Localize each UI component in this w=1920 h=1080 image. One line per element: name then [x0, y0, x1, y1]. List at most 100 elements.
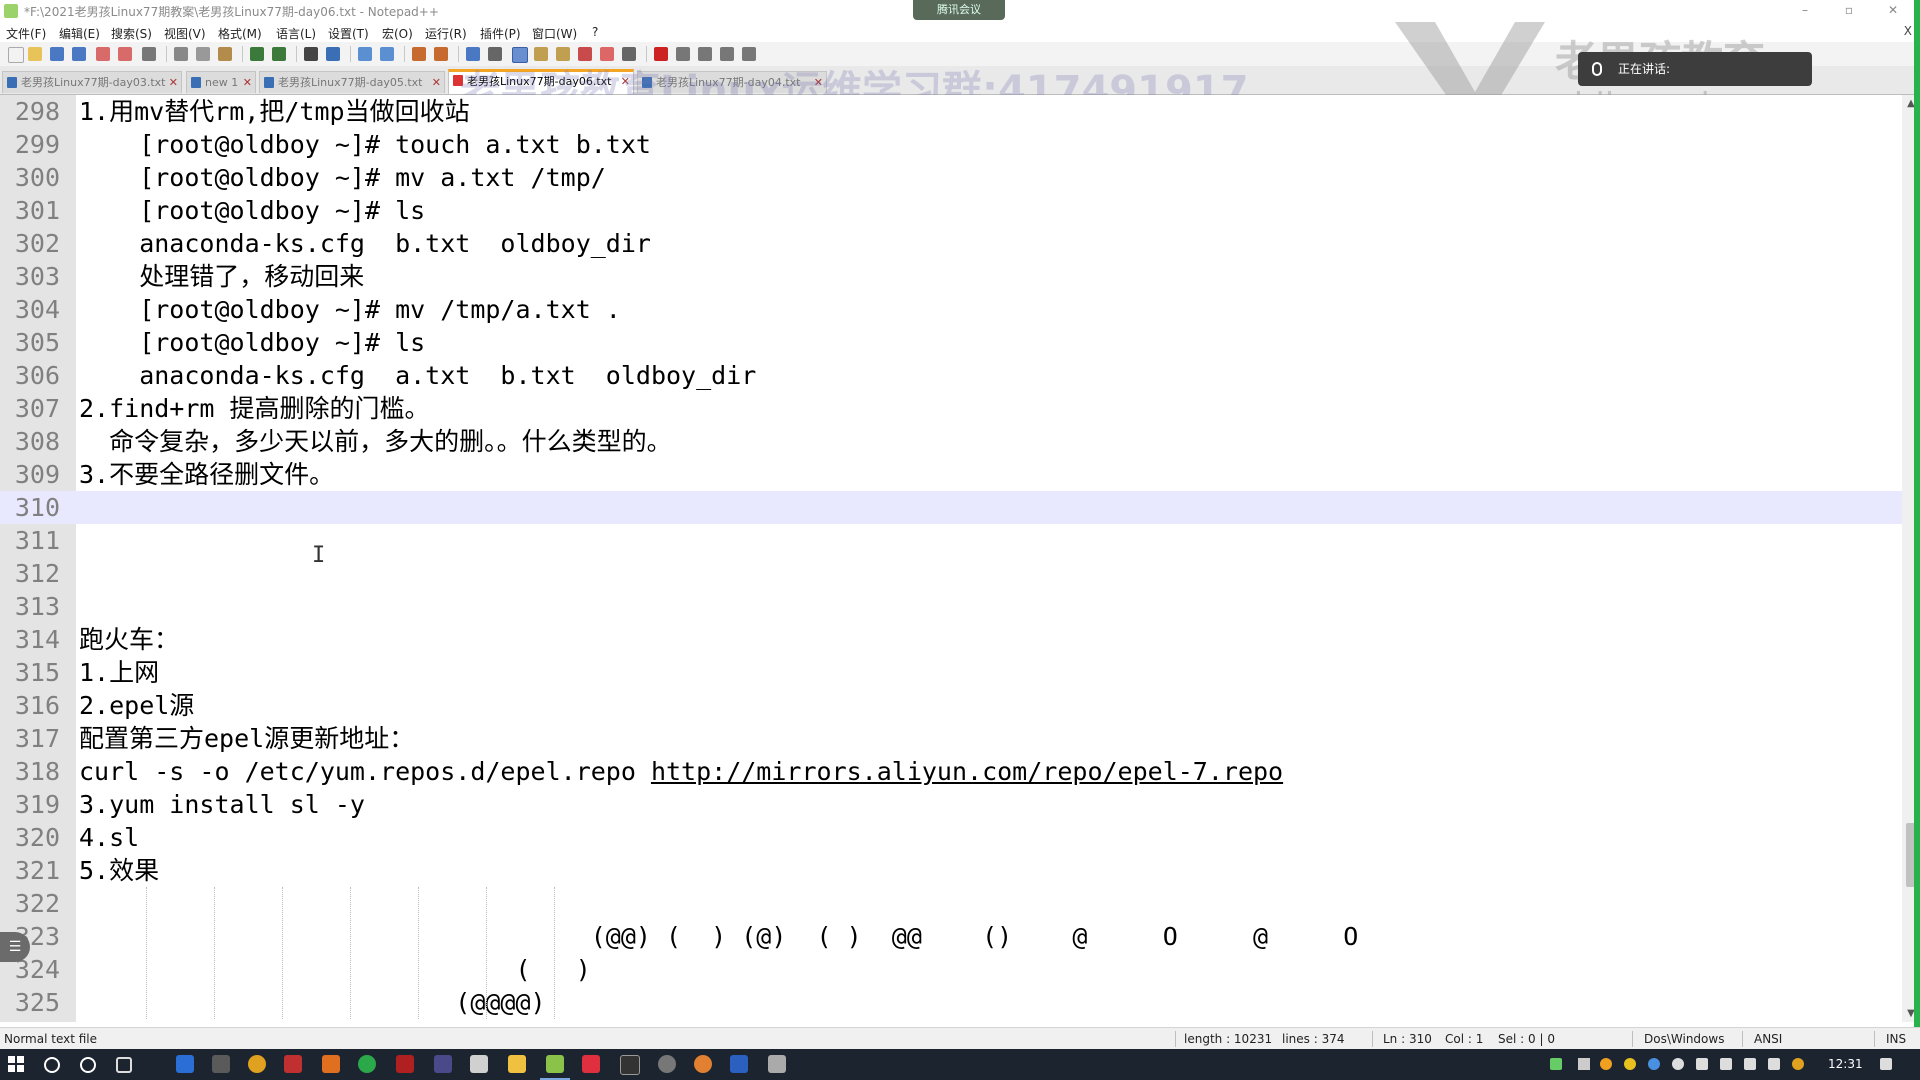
line-text[interactable]: [root@oldboy ~]# mv /tmp/a.txt . — [79, 293, 621, 326]
search-icon[interactable] — [44, 1057, 60, 1073]
line-text[interactable]: 命令复杂，多少天以前，多大的删。。什么类型的。 — [79, 425, 672, 458]
microphone-tray-icon[interactable] — [1672, 1058, 1684, 1070]
app-icon-2[interactable] — [212, 1055, 230, 1073]
open-file-icon[interactable] — [28, 47, 42, 61]
volume-icon[interactable] — [1744, 1058, 1756, 1070]
editor-line[interactable]: 306 anaconda-ks.cfg a.txt b.txt oldboy_d… — [0, 359, 1902, 392]
tray-app-icon-4[interactable] — [1696, 1058, 1708, 1070]
editor-line[interactable]: 308 命令复杂，多少天以前，多大的删。。什么类型的。 — [0, 425, 1902, 458]
editor-line[interactable]: 309 3.不要全路径删文件。 — [0, 458, 1902, 491]
line-text[interactable]: 跑火车： — [79, 623, 179, 656]
status-eol-format[interactable]: Dos\Windows — [1644, 1032, 1724, 1046]
line-text[interactable]: (@@) ( ) (@) ( ) @@ () @ O @ O — [79, 920, 1359, 953]
notifications-icon[interactable] — [1880, 1058, 1892, 1070]
maximize-button[interactable]: ▫ — [1834, 2, 1864, 18]
editor-line[interactable]: 313 — [0, 590, 1902, 623]
minimize-button[interactable]: – — [1790, 2, 1820, 18]
line-text[interactable]: 1.上网 — [79, 656, 159, 689]
line-text[interactable]: 配置第三方epel源更新地址： — [79, 722, 414, 755]
close-icon[interactable] — [96, 47, 110, 61]
line-text[interactable]: curl -s -o /etc/yum.repos.d/epel.repo ht… — [79, 755, 1283, 788]
app-icon-15[interactable] — [694, 1055, 712, 1073]
close-button[interactable]: ✕ — [1878, 2, 1908, 18]
editor-line[interactable]: 307 2.find+rm 提高删除的门槛。 — [0, 392, 1902, 425]
copy-icon[interactable] — [196, 47, 210, 61]
xshell-icon[interactable] — [582, 1055, 600, 1073]
menu-language[interactable]: 语言(L) — [276, 25, 316, 42]
zoom-out-icon[interactable] — [380, 47, 394, 61]
editor-line[interactable]: 299 [root@oldboy ~]# touch a.txt b.txt — [0, 128, 1902, 161]
editor-line[interactable]: 314 跑火车： — [0, 623, 1902, 656]
tray-app-icon-5[interactable] — [1792, 1058, 1804, 1070]
cut-icon[interactable] — [174, 47, 188, 61]
editor-line[interactable]: 312 — [0, 557, 1902, 590]
app-icon-17[interactable] — [768, 1055, 786, 1073]
editor-line[interactable]: 324 ( ) — [0, 953, 1902, 986]
app-icon-5[interactable] — [322, 1055, 340, 1073]
editor-line[interactable]: 305 [root@oldboy ~]# ls — [0, 326, 1902, 359]
editor-line[interactable]: 321 5.效果 — [0, 854, 1902, 887]
editor-line[interactable]: 301 [root@oldboy ~]# ls — [0, 194, 1902, 227]
tab-day05[interactable]: 老男孩Linux77期-day05.txt ✕ — [259, 71, 445, 93]
app-icon-7[interactable] — [396, 1055, 414, 1073]
line-text[interactable]: 5.效果 — [79, 854, 159, 887]
task-view-icon[interactable] — [116, 1057, 132, 1073]
wechat-icon[interactable] — [358, 1055, 376, 1073]
line-text[interactable]: [root@oldboy ~]# mv a.txt /tmp/ — [79, 161, 606, 194]
tray-expand-icon[interactable] — [1578, 1058, 1590, 1070]
menu-macro[interactable]: 宏(O) — [382, 25, 413, 42]
redo-icon[interactable] — [272, 47, 286, 61]
save-all-icon[interactable] — [72, 47, 86, 61]
taskbar-clock[interactable]: 12:31 — [1828, 1057, 1863, 1071]
editor-line[interactable]: 303 处理错了，移动回来 — [0, 260, 1902, 293]
editor-line[interactable]: 300 [root@oldboy ~]# mv a.txt /tmp/ — [0, 161, 1902, 194]
editor-line[interactable]: 315 1.上网 — [0, 656, 1902, 689]
app-icon-1[interactable] — [176, 1055, 194, 1073]
sync-horizontal-icon[interactable] — [434, 47, 448, 61]
close-document-icon[interactable]: X — [1904, 24, 1912, 38]
menu-edit[interactable]: 编辑(E) — [59, 25, 100, 42]
undo-icon[interactable] — [250, 47, 264, 61]
line-text[interactable]: 1.用mv替代rm,把/tmp当做回收站 — [79, 95, 470, 128]
line-text[interactable]: 3.yum install sl -y — [79, 788, 365, 821]
line-text[interactable]: 2.epel源 — [79, 689, 194, 722]
app-icon-14[interactable] — [658, 1055, 676, 1073]
network-icon[interactable] — [1720, 1058, 1732, 1070]
file-explorer-icon[interactable] — [508, 1055, 526, 1073]
url-link[interactable]: http://mirrors.aliyun.com/repo/epel-7.re… — [651, 757, 1283, 786]
find-icon[interactable] — [304, 47, 318, 61]
menu-settings[interactable]: 设置(T) — [328, 25, 369, 42]
editor-line[interactable]: 302 anaconda-ks.cfg b.txt oldboy_dir — [0, 227, 1902, 260]
tab-day03[interactable]: 老男孩Linux77期-day03.txt ✕ — [2, 71, 182, 93]
editor-line[interactable]: 322 — [0, 887, 1902, 920]
menu-run[interactable]: 运行(R) — [425, 25, 467, 42]
status-insert-mode[interactable]: INS — [1886, 1032, 1906, 1046]
word-icon[interactable] — [730, 1055, 748, 1073]
menu-file[interactable]: 文件(F) — [6, 25, 46, 42]
battery-icon[interactable] — [1550, 1058, 1562, 1070]
print-icon[interactable] — [142, 47, 156, 61]
line-text[interactable]: [root@oldboy ~]# touch a.txt b.txt — [79, 128, 651, 161]
chrome-icon[interactable] — [248, 1055, 266, 1073]
windows-start-icon[interactable] — [8, 1056, 24, 1072]
menu-format[interactable]: 格式(M) — [218, 25, 262, 42]
cortana-icon[interactable] — [80, 1057, 96, 1073]
notepadpp-taskbar-icon[interactable] — [546, 1055, 564, 1073]
line-text[interactable]: 4.sl — [79, 821, 139, 854]
ime-icon[interactable] — [1768, 1058, 1780, 1070]
editor-line[interactable]: 316 2.epel源 — [0, 689, 1902, 722]
tab-close-icon[interactable]: ✕ — [169, 72, 178, 93]
tab-close-icon[interactable]: ✕ — [243, 72, 252, 93]
app-icon-9[interactable] — [470, 1055, 488, 1073]
tab-new-1[interactable]: new 1 ✕ — [186, 71, 256, 93]
line-text[interactable]: anaconda-ks.cfg b.txt oldboy_dir — [79, 227, 651, 260]
tray-app-icon-1[interactable] — [1600, 1058, 1612, 1070]
meeting-badge[interactable]: 腾讯会议 — [913, 0, 1005, 20]
replace-icon[interactable] — [326, 47, 340, 61]
tab-close-icon[interactable]: ✕ — [432, 72, 441, 93]
tray-app-icon-3[interactable] — [1648, 1058, 1660, 1070]
new-file-icon[interactable] — [8, 47, 24, 63]
app-icon-8[interactable] — [434, 1055, 452, 1073]
menu-window[interactable]: 窗口(W) — [532, 25, 577, 42]
editor-line[interactable]: 304 [root@oldboy ~]# mv /tmp/a.txt . — [0, 293, 1902, 326]
